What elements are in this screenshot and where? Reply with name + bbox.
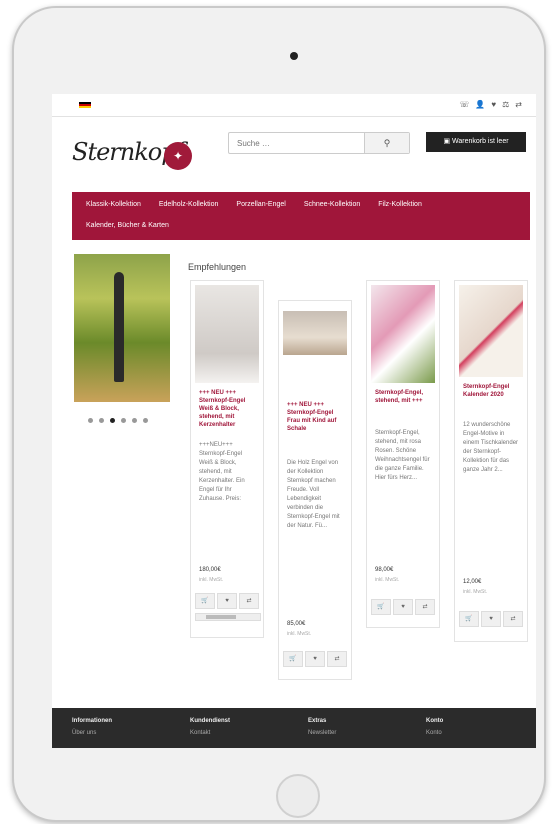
site-logo[interactable]: Sternkopf ✦: [72, 130, 192, 178]
product-image[interactable]: [371, 285, 435, 383]
carousel-dot[interactable]: [143, 418, 148, 423]
product-card[interactable]: +++ NEU +++ Sternkopf-Engel Frau mit Kin…: [278, 300, 352, 680]
main-navigation: Klassik-Kollektion Edelholz-Kollektion P…: [72, 192, 530, 240]
product-actions: 🛒 ♥ ⇄: [371, 599, 435, 615]
product-image[interactable]: [459, 285, 523, 377]
nav-row-2: Kalender, Bücher & Karten: [86, 222, 169, 229]
cart-icon[interactable]: 🛒: [371, 599, 391, 615]
compare-icon[interactable]: ⇄: [327, 651, 347, 667]
compare-icon[interactable]: ⚖: [502, 100, 509, 110]
cart-icon[interactable]: 🛒: [283, 651, 303, 667]
search-box: ⚲: [228, 132, 410, 154]
footer-column: Informationen Über uns: [72, 718, 112, 736]
product-image[interactable]: [195, 285, 259, 383]
footer-column: Extras Newsletter: [308, 718, 336, 736]
product-description: 12 wunderschöne Engel-Motive in einem Ti…: [463, 422, 519, 473]
compare-icon[interactable]: ⇄: [415, 599, 435, 615]
cart-icon: ▣: [443, 138, 452, 145]
product-title[interactable]: Sternkopf-Engel Kalender 2020: [463, 383, 521, 399]
search-input[interactable]: [235, 135, 359, 151]
carousel-dot[interactable]: [99, 418, 104, 423]
product-description: Die Holz Engel von der Kollektion Sternk…: [287, 460, 340, 529]
search-icon[interactable]: ⚲: [364, 133, 409, 153]
nav-row-1: Klassik-Kollektion Edelholz-Kollektion P…: [86, 201, 422, 208]
scrollbar-thumb[interactable]: [206, 615, 236, 619]
carousel-dot-active[interactable]: [110, 418, 115, 423]
nav-item-filz[interactable]: Filz-Kollektion: [378, 201, 422, 208]
footer-column: Kundendienst Kontakt: [190, 718, 230, 736]
product-actions: 🛒 ♥ ⇄: [195, 593, 259, 609]
top-bar: ☏ 👤 ♥ ⚖ ⇄: [52, 94, 536, 117]
carousel-dot[interactable]: [121, 418, 126, 423]
product-tax-note: inkl. MwSt.: [463, 589, 488, 595]
language-flag-icon[interactable]: [79, 102, 91, 108]
nav-item-kalender[interactable]: Kalender, Bücher & Karten: [86, 222, 169, 229]
cart-icon[interactable]: 🛒: [195, 593, 215, 609]
cart-icon[interactable]: 🛒: [459, 611, 479, 627]
hero-slider-image[interactable]: [74, 254, 170, 402]
compare-icon[interactable]: ⇄: [503, 611, 523, 627]
wishlist-icon[interactable]: ♥: [491, 100, 496, 110]
carousel-dot[interactable]: [132, 418, 137, 423]
camera-icon: [290, 52, 298, 60]
product-tax-note: inkl. MwSt.: [287, 631, 312, 637]
nav-item-schnee[interactable]: Schnee-Kollektion: [304, 201, 360, 208]
nav-item-porzellan[interactable]: Porzellan-Engel: [236, 201, 285, 208]
nav-item-edelholz[interactable]: Edelholz-Kollektion: [159, 201, 219, 208]
product-price: 180,00€: [199, 567, 221, 573]
carousel-dot[interactable]: [88, 418, 93, 423]
footer-column: Konto Konto: [426, 718, 443, 736]
section-title: Empfehlungen: [188, 262, 247, 272]
logo-emblem-icon: ✦: [164, 142, 192, 170]
footer-link[interactable]: Newsletter: [308, 730, 336, 736]
product-actions: 🛒 ♥ ⇄: [283, 651, 347, 667]
product-tax-note: inkl. MwSt.: [199, 577, 224, 583]
product-title[interactable]: +++ NEU +++ Sternkopf-Engel Weiß & Block…: [199, 389, 257, 429]
footer-link[interactable]: Kontakt: [190, 730, 230, 736]
product-description: Sternkopf-Engel, stehend, mit rosa Rosen…: [375, 430, 430, 481]
footer-heading: Kundendienst: [190, 718, 230, 724]
footer-link[interactable]: Konto: [426, 730, 443, 736]
compare-icon[interactable]: ⇄: [239, 593, 259, 609]
footer-heading: Konto: [426, 718, 444, 724]
heart-icon[interactable]: ♥: [305, 651, 325, 667]
product-image[interactable]: [283, 311, 347, 355]
cart-button[interactable]: ▣ Warenkorb ist leer: [426, 132, 526, 152]
heart-icon[interactable]: ♥: [217, 593, 237, 609]
horizontal-scrollbar[interactable]: [195, 613, 261, 621]
site-footer: Informationen Über uns Kundendienst Kont…: [52, 708, 536, 748]
switch-icon[interactable]: ⇄: [515, 100, 522, 110]
account-icon[interactable]: 👤: [475, 100, 485, 110]
product-tax-note: inkl. MwSt.: [375, 577, 400, 583]
product-description: +++NEU+++ Sternkopf-Engel Weiß & Block, …: [199, 442, 245, 502]
angel-figure-image: [114, 272, 124, 382]
product-card[interactable]: Sternkopf-Engel, stehend, mit +++ Sternk…: [366, 280, 440, 628]
product-card[interactable]: +++ NEU +++ Sternkopf-Engel Weiß & Block…: [190, 280, 264, 638]
top-icons: ☏ 👤 ♥ ⚖ ⇄: [459, 100, 522, 110]
tablet-frame: ☏ 👤 ♥ ⚖ ⇄ Sternkopf ✦ ⚲ ▣ Warenkorb ist …: [12, 6, 546, 822]
footer-link[interactable]: Über uns: [72, 730, 112, 736]
product-actions: 🛒 ♥ ⇄: [459, 611, 523, 627]
home-button[interactable]: [276, 774, 320, 818]
product-price: 12,00€: [463, 579, 482, 585]
heart-icon[interactable]: ♥: [481, 611, 501, 627]
heart-icon[interactable]: ♥: [393, 599, 413, 615]
product-card[interactable]: Sternkopf-Engel Kalender 2020 12 wunders…: [454, 280, 528, 642]
phone-icon[interactable]: ☏: [459, 100, 469, 110]
nav-item-klassik[interactable]: Klassik-Kollektion: [86, 201, 141, 208]
carousel-dots: [88, 418, 148, 423]
product-title[interactable]: Sternkopf-Engel, stehend, mit +++: [375, 389, 433, 405]
footer-heading: Informationen: [72, 718, 112, 724]
product-title[interactable]: +++ NEU +++ Sternkopf-Engel Frau mit Kin…: [287, 401, 345, 433]
screen: ☏ 👤 ♥ ⚖ ⇄ Sternkopf ✦ ⚲ ▣ Warenkorb ist …: [52, 94, 536, 748]
product-price: 85,00€: [287, 621, 306, 627]
cart-label: Warenkorb ist leer: [452, 138, 509, 145]
footer-heading: Extras: [308, 718, 327, 724]
product-price: 98,00€: [375, 567, 394, 573]
